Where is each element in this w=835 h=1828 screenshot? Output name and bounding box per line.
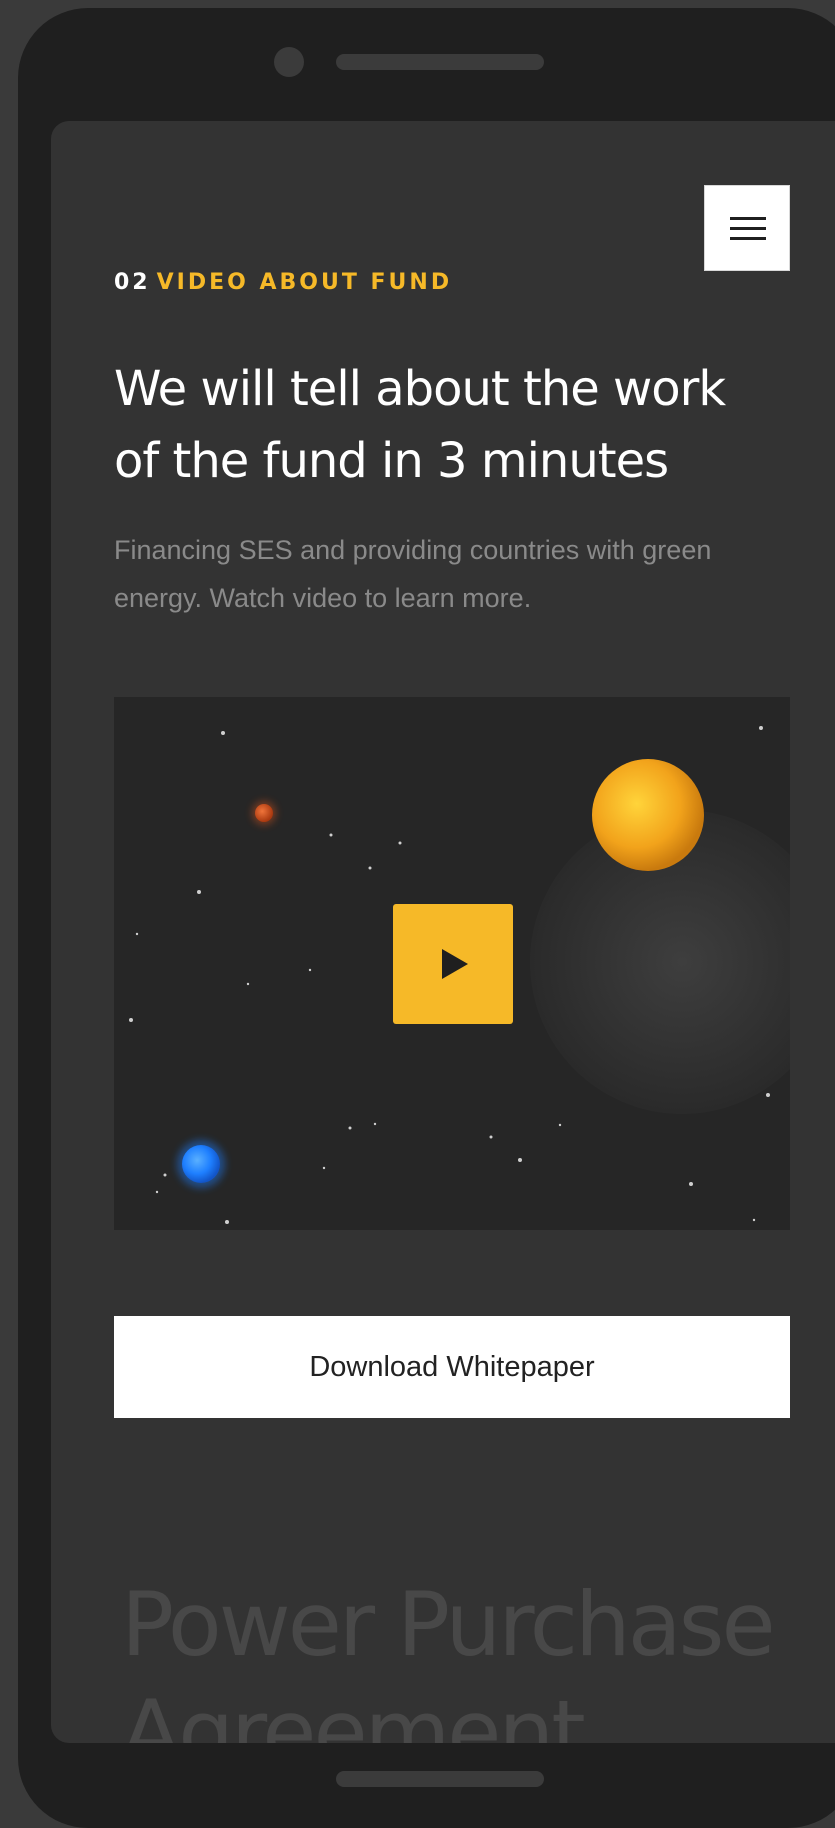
- video-player[interactable]: [114, 697, 790, 1230]
- play-button[interactable]: [393, 904, 513, 1024]
- planet-orange: [592, 759, 704, 871]
- headline: We will tell about the work of the fund …: [114, 361, 726, 489]
- planet-blue: [182, 1145, 220, 1183]
- download-whitepaper-button[interactable]: Download Whitepaper: [114, 1316, 790, 1418]
- phone-home-indicator: [336, 1771, 544, 1787]
- play-icon: [442, 949, 468, 979]
- section-label: 02 VIDEO ABOUT FUND: [114, 270, 452, 295]
- phone-frame: 02 VIDEO ABOUT FUND We will tell about th…: [18, 8, 835, 1828]
- phone-camera: [274, 47, 304, 77]
- menu-button[interactable]: [704, 185, 790, 271]
- next-section-title: Power Purchase Agreement: [121, 1571, 835, 1743]
- section-number: 02: [114, 270, 151, 295]
- description: Financing SES and providing countries wi…: [114, 535, 712, 613]
- next-section-title-line1: Power Purchase: [121, 1573, 776, 1676]
- next-section-title-line2: Agreement: [121, 1681, 586, 1743]
- phone-screen: 02 VIDEO ABOUT FUND We will tell about th…: [51, 121, 835, 1743]
- phone-speaker: [336, 54, 544, 70]
- planet-red: [255, 804, 273, 822]
- section-title: VIDEO ABOUT FUND: [156, 270, 453, 295]
